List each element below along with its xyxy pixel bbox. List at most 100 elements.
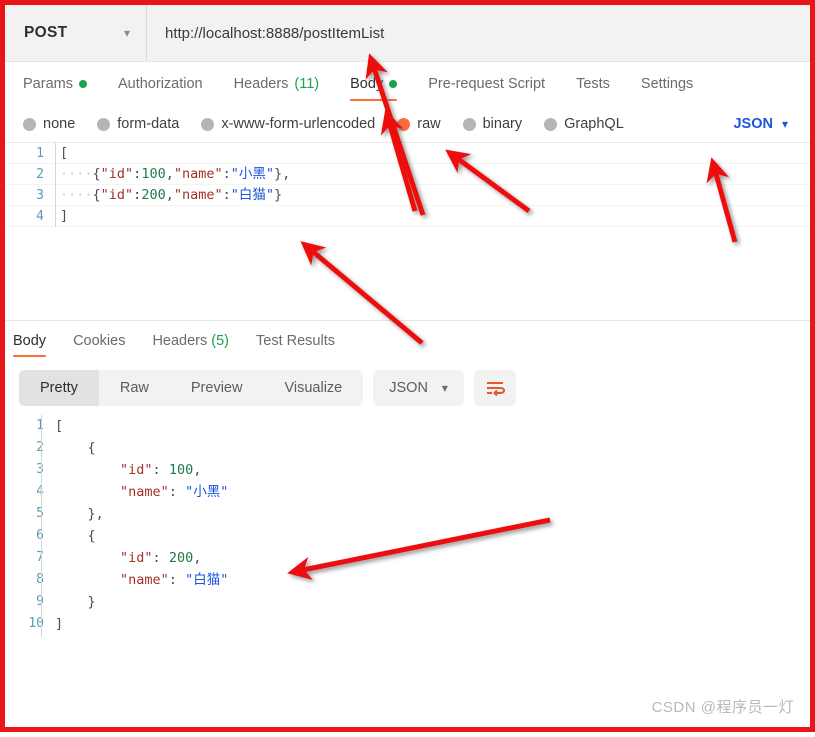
code-token: "name" xyxy=(120,572,169,588)
code-token: : xyxy=(169,484,185,500)
request-tab-params[interactable]: Params xyxy=(23,62,87,106)
view-mode-raw[interactable]: Raw xyxy=(99,370,170,406)
body-type-form-data[interactable]: form-data xyxy=(97,116,179,132)
response-toolbar: PrettyRawPreviewVisualize JSON ▾ xyxy=(5,361,810,415)
body-type-x-www-form-urlencoded[interactable]: x-www-form-urlencoded xyxy=(201,116,375,132)
body-type-none[interactable]: none xyxy=(23,116,75,132)
response-tab-headers[interactable]: Headers (5) xyxy=(152,321,229,361)
response-view-mode-group: PrettyRawPreviewVisualize xyxy=(19,370,363,406)
view-mode-pretty[interactable]: Pretty xyxy=(19,370,99,406)
wrap-text-button[interactable] xyxy=(474,370,516,406)
url-input[interactable]: http://localhost:8888/postItemList xyxy=(147,5,810,61)
request-body-editor[interactable]: 1[2····{"id":100,"name":"小黑"},3····{"id"… xyxy=(5,142,810,320)
code-token: }, xyxy=(274,166,290,182)
body-type-label: form-data xyxy=(117,116,179,132)
http-method-dropdown[interactable]: POST ▾ xyxy=(5,5,147,61)
request-tab-authorization[interactable]: Authorization xyxy=(118,62,203,106)
code-line-content: ] xyxy=(55,206,810,227)
code-line-content: { xyxy=(55,437,810,459)
body-type-row: none form-data x-www-form-urlencoded raw bin… xyxy=(5,106,810,142)
code-token: 100 xyxy=(169,462,193,478)
code-token: { xyxy=(93,166,101,182)
response-tab-bar: Body Cookies Headers (5) Test Results xyxy=(5,321,810,361)
code-line: 3····{"id":200,"name":"白猫"} xyxy=(5,185,810,206)
code-token: "id" xyxy=(120,550,153,566)
line-number: 2 xyxy=(5,164,55,185)
code-token: : xyxy=(223,166,231,182)
line-number: 5 xyxy=(5,503,55,525)
code-token xyxy=(55,484,120,500)
code-token: ] xyxy=(55,616,63,632)
radio-button-icon[interactable] xyxy=(544,118,557,131)
request-tab-label: Authorization xyxy=(118,76,203,92)
code-token: : xyxy=(169,572,185,588)
code-token: "name" xyxy=(174,187,223,203)
view-mode-visualize[interactable]: Visualize xyxy=(263,370,363,406)
response-body-viewer[interactable]: 1[2 {3 "id": 100,4 "name": "小黑"5 },6 {7 … xyxy=(5,415,810,637)
radio-button-icon[interactable] xyxy=(201,118,214,131)
radio-button-icon[interactable] xyxy=(97,118,110,131)
http-method-label: POST xyxy=(24,24,67,42)
response-tab-label: Test Results xyxy=(256,333,335,349)
code-line: 5 }, xyxy=(5,503,810,525)
body-type-label: x-www-form-urlencoded xyxy=(221,116,375,132)
code-token: ] xyxy=(60,208,68,224)
line-number: 3 xyxy=(5,459,55,481)
code-line-content: "id": 100, xyxy=(55,459,810,481)
body-type-raw[interactable]: raw xyxy=(397,116,440,132)
response-format-label: JSON xyxy=(389,380,428,396)
code-line: 2····{"id":100,"name":"小黑"}, xyxy=(5,164,810,185)
line-number: 6 xyxy=(5,525,55,547)
request-tab-body[interactable]: Body xyxy=(350,62,397,106)
radio-button-icon[interactable] xyxy=(397,118,410,131)
code-token: 200 xyxy=(169,550,193,566)
code-line-content: "name": "白猫" xyxy=(55,569,810,591)
request-body-format-dropdown[interactable]: JSON ▾ xyxy=(733,116,788,132)
code-token: : xyxy=(223,187,231,203)
line-number: 4 xyxy=(5,481,55,503)
code-token: 200 xyxy=(141,187,165,203)
response-format-dropdown[interactable]: JSON ▾ xyxy=(373,370,464,406)
code-token xyxy=(55,572,120,588)
request-tab-tests[interactable]: Tests xyxy=(576,62,610,106)
code-line: 4] xyxy=(5,206,810,227)
code-line-content: ] xyxy=(55,613,810,635)
code-token: "id" xyxy=(120,462,153,478)
watermark-text: CSDN @程序员一灯 xyxy=(652,696,794,717)
view-mode-preview[interactable]: Preview xyxy=(170,370,264,406)
code-token: "id" xyxy=(101,187,134,203)
request-tab-settings[interactable]: Settings xyxy=(641,62,693,106)
response-tab-body[interactable]: Body xyxy=(13,321,46,361)
code-token: "白猫" xyxy=(231,187,274,203)
indent-guide xyxy=(41,415,42,637)
code-line: 1[ xyxy=(5,415,810,437)
response-tab-cookies[interactable]: Cookies xyxy=(73,321,125,361)
line-number: 1 xyxy=(5,143,55,164)
request-tab-label: Params xyxy=(23,76,73,92)
code-line: 6 { xyxy=(5,525,810,547)
body-type-graphql[interactable]: GraphQL xyxy=(544,116,624,132)
body-type-label: GraphQL xyxy=(564,116,624,132)
code-line: 8 "name": "白猫" xyxy=(5,569,810,591)
code-token: "name" xyxy=(174,166,223,182)
code-token xyxy=(55,550,120,566)
radio-button-icon[interactable] xyxy=(23,118,36,131)
radio-button-icon[interactable] xyxy=(463,118,476,131)
code-token: [ xyxy=(60,145,68,161)
request-tab-pre-request-script[interactable]: Pre-request Script xyxy=(428,62,545,106)
code-line-content: { xyxy=(55,525,810,547)
request-tab-headers[interactable]: Headers(11) xyxy=(234,62,320,106)
code-token: ···· xyxy=(60,166,93,182)
code-token: , xyxy=(166,187,174,203)
code-line: 10] xyxy=(5,613,810,635)
response-tab-count: (5) xyxy=(207,333,229,349)
response-tab-test-results[interactable]: Test Results xyxy=(256,321,335,361)
body-type-binary[interactable]: binary xyxy=(463,116,523,132)
code-token: : xyxy=(153,550,169,566)
code-line-content: } xyxy=(55,591,810,613)
code-line-content: [ xyxy=(55,415,810,437)
request-tab-label: Body xyxy=(350,76,383,92)
response-tab-label: Cookies xyxy=(73,333,125,349)
code-token: } xyxy=(55,594,96,610)
url-value: http://localhost:8888/postItemList xyxy=(165,25,384,42)
